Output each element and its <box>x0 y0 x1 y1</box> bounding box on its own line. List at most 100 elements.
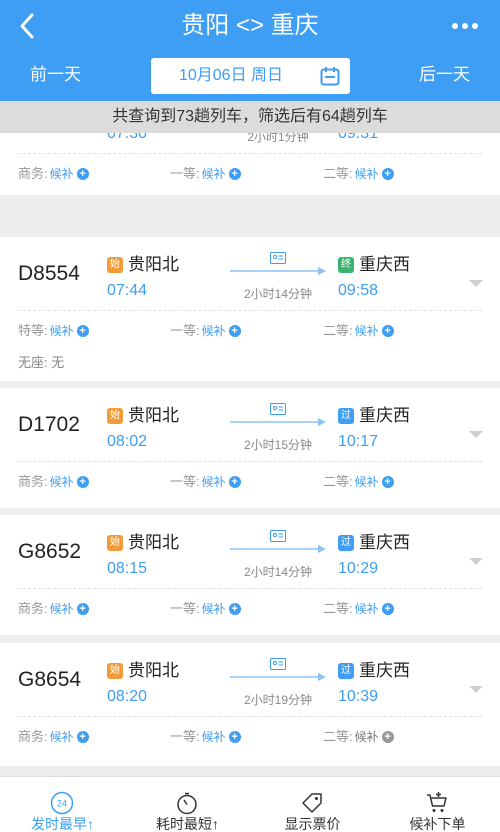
destination-tag: 过 <box>338 663 354 679</box>
waitlist-status: 候补 <box>201 167 226 181</box>
train-card[interactable]: D1702 始贵阳北 08:02 2小时15分钟过重庆西 10:17 商务: 候补 + 一等: 候… <box>0 388 500 508</box>
waitlist-status: 候补 <box>49 324 74 338</box>
destination-tag: 过 <box>338 535 354 551</box>
seat-availability[interactable]: 二等: 候补 + <box>323 728 394 746</box>
seat-availability[interactable]: 二等: 候补 + <box>323 600 394 618</box>
bottom-toolbar: 24 发时最早↑ 耗时最短↑ 显示票价 候补下单 <box>0 776 500 832</box>
id-card-icon <box>270 403 286 415</box>
seat-availability[interactable]: 商务: 候补 + <box>18 165 89 183</box>
trip-duration: 2小时15分钟 <box>243 438 313 452</box>
svg-text:24: 24 <box>57 799 67 809</box>
card-divider <box>18 153 482 154</box>
plus-icon[interactable]: + <box>76 603 89 615</box>
waitlist-status: 候补 <box>354 475 379 489</box>
origin-tag: 始 <box>107 257 123 273</box>
seat-availability[interactable]: 二等: 候补 + <box>323 473 394 491</box>
seat-class-label: 一等: <box>170 729 200 744</box>
seat-class-label: 二等: <box>323 729 353 744</box>
expand-chevron-icon[interactable] <box>468 557 484 567</box>
seat-availability[interactable]: 一等: 候补 + <box>170 165 241 183</box>
seat-class-label: 特等: <box>18 323 48 338</box>
seat-availability[interactable]: 一等: 候补 + <box>170 322 241 340</box>
trip-duration: 2小时19分钟 <box>243 693 313 707</box>
seat-availability[interactable]: 特等: 候补 + <box>18 322 89 340</box>
seat-availability[interactable]: 一等: 候补 + <box>170 473 241 491</box>
clock-24-icon: 24 <box>50 791 74 815</box>
waitlist-status: 候补 <box>201 602 226 616</box>
card-divider <box>18 716 482 717</box>
sort-earliest-label: 发时最早↑ <box>31 816 94 832</box>
show-price-label: 显示票价 <box>284 816 341 832</box>
plus-icon[interactable]: + <box>228 476 241 488</box>
waitlist-status: 候补 <box>201 475 226 489</box>
origin-station: 贵阳北 <box>128 406 179 425</box>
plus-icon[interactable]: + <box>76 476 89 488</box>
expand-chevron-icon[interactable] <box>468 685 484 695</box>
train-list: G8692始贵阳北07:302小时1分钟过重庆西09:31商务:候补+一等:候补… <box>0 101 500 776</box>
arrival-time: 10:39 <box>338 688 379 705</box>
train-card[interactable]: D8554 始贵阳北 07:44 2小时14分钟终重庆西 09:58 特等: 候补 + 一等: 候… <box>0 237 500 381</box>
plus-icon[interactable]: + <box>228 731 241 743</box>
seat-class-label: 商务: <box>18 729 48 744</box>
card-divider <box>18 588 482 589</box>
waitlist-status: 候补 <box>49 730 74 744</box>
origin-tag: 始 <box>107 408 123 424</box>
plus-icon[interactable]: + <box>228 325 241 337</box>
train-number: D8554 <box>18 262 80 285</box>
arrival-time: 09:58 <box>338 282 379 299</box>
waitlist-status: 候补 <box>201 730 226 744</box>
seat-class-label: 二等: <box>323 323 353 338</box>
plus-icon[interactable]: + <box>381 476 394 488</box>
plus-icon[interactable]: + <box>381 603 394 615</box>
seat-availability[interactable]: 一等: 候补 + <box>170 600 241 618</box>
waitlist-status: 候补 <box>354 324 379 338</box>
plus-icon[interactable]: + <box>76 731 89 743</box>
trip-duration: 2小时14分钟 <box>243 287 313 301</box>
train-card[interactable]: G8652 始贵阳北 08:15 2小时14分钟过重庆西 10:29 商务: 候补 + 一等: 候… <box>0 515 500 635</box>
arrival-time: 10:29 <box>338 560 379 577</box>
next-day-button[interactable]: 后一天 <box>419 60 470 90</box>
arrival-time: 10:17 <box>338 433 379 450</box>
seat-class-label: 一等: <box>170 323 200 338</box>
seat-class-label: 商务: <box>18 601 48 616</box>
waitlist-status: 候补 <box>49 167 74 181</box>
departure-time: 08:15 <box>107 560 148 577</box>
plus-icon[interactable]: + <box>228 168 241 180</box>
expand-chevron-icon[interactable] <box>468 430 484 440</box>
seat-availability[interactable]: 商务: 候补 + <box>18 728 89 746</box>
route-arrow-icon <box>230 267 326 275</box>
plus-icon[interactable]: + <box>381 731 394 743</box>
stopwatch-icon <box>177 792 197 815</box>
departure-time: 08:20 <box>107 688 148 705</box>
seat-availability[interactable]: 二等: 候补 + <box>323 165 394 183</box>
route-arrow-icon <box>230 418 326 426</box>
seat-class-label: 二等: <box>323 474 353 489</box>
seat-availability[interactable]: 一等: 候补 + <box>170 728 241 746</box>
plus-icon[interactable]: + <box>76 325 89 337</box>
show-price-button[interactable]: 显示票价 <box>250 777 375 832</box>
sort-earliest-departure-button[interactable]: 24 发时最早↑ <box>0 777 125 832</box>
train-card[interactable]: G8654 始贵阳北 08:20 2小时19分钟过重庆西 10:39 商务: 候补 + 一等: 候… <box>0 643 500 766</box>
sort-shortest-label: 耗时最短↑ <box>156 816 219 832</box>
more-menu-icon[interactable] <box>450 12 480 40</box>
card-divider <box>18 310 482 311</box>
expand-chevron-icon[interactable] <box>468 279 484 289</box>
plus-icon[interactable]: + <box>381 168 394 180</box>
origin-tag: 始 <box>107 535 123 551</box>
waitlist-order-button[interactable]: 候补下单 <box>375 777 500 832</box>
seat-class-label: 一等: <box>170 166 200 181</box>
waitlist-status: 候补 <box>354 167 379 181</box>
id-card-icon <box>270 252 286 264</box>
seat-class-label: 一等: <box>170 601 200 616</box>
date-selector[interactable]: 10月06日 周日 <box>151 58 350 94</box>
plus-icon[interactable]: + <box>76 168 89 180</box>
waitlist-status: 候补 <box>354 730 379 744</box>
seat-availability[interactable]: 商务: 候补 + <box>18 473 89 491</box>
seat-availability[interactable]: 商务: 候补 + <box>18 600 89 618</box>
seat-class-label: 一等: <box>170 474 200 489</box>
seat-availability[interactable]: 二等: 候补 + <box>323 322 394 340</box>
plus-icon[interactable]: + <box>228 603 241 615</box>
sort-shortest-duration-button[interactable]: 耗时最短↑ <box>125 777 250 832</box>
prev-day-button[interactable]: 前一天 <box>30 60 81 90</box>
plus-icon[interactable]: + <box>381 325 394 337</box>
